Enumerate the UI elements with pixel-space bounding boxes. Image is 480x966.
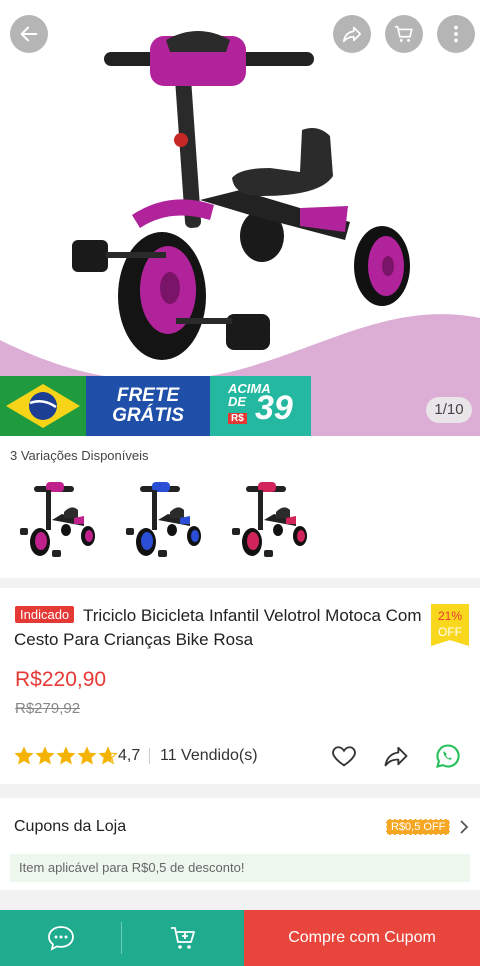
variant-thumbnail[interactable] [118,476,208,566]
cart-icon [394,25,413,42]
back-button[interactable] [10,15,48,53]
more-button[interactable] [437,15,475,53]
product-image [0,31,480,436]
share-button[interactable] [333,15,371,53]
star-icon [98,746,118,765]
frete-text: FRETE [116,385,180,406]
brazil-flag-icon [0,376,86,436]
chevron-right-icon[interactable] [457,818,471,836]
variants-title: 3 Variações Disponíveis [10,448,149,463]
divider [149,748,150,764]
discount-label: OFF [438,625,462,639]
star-icon [14,746,34,765]
recommended-tag: Indicado [15,606,75,623]
discount-badge: 21% OFF [431,604,469,646]
coupons-title: Cupons da Loja [14,818,127,835]
store-coupons[interactable]: Cupons da Loja R$0,5 OFF Item aplicável … [0,798,480,890]
old-price: R$279,92 [15,700,81,717]
add-cart-icon [171,927,195,949]
min-amount: 39 [255,389,293,427]
price: R$220,90 [15,668,107,691]
free-shipping-banner: FRETE GRÁTIS ACIMA DE R$ 39 [0,376,311,436]
arrow-left-icon [20,26,38,42]
share-icon [342,26,362,43]
bottom-action-bar: Compre com Cupom [0,910,480,966]
rating-value: 4,7 [118,747,141,764]
image-counter: 1/10 [426,397,472,423]
favorite-heart-icon[interactable] [330,742,358,770]
chat-button[interactable] [0,910,122,966]
whatsapp-icon[interactable] [434,742,462,770]
star-icon [35,746,55,765]
gratis-text: GRÁTIS [112,405,184,426]
currency-tag: R$ [228,413,247,424]
chat-icon [48,926,74,951]
more-vertical-icon [454,25,458,43]
variants-section: 3 Variações Disponíveis [0,436,480,578]
cart-button[interactable] [385,15,423,53]
add-to-cart-button[interactable] [122,910,244,966]
variant-thumbnail[interactable] [12,476,102,566]
buy-with-coupon-button[interactable]: Compre com Cupom [244,910,480,966]
product-info: Triciclo Bicicleta Infantil Velotrol Mot… [0,588,480,784]
coupon-badge[interactable]: R$0,5 OFF [386,819,451,835]
rating-stars [14,746,118,766]
discount-value: 21% [437,609,463,623]
variant-thumbnail[interactable] [224,476,314,566]
product-image-carousel[interactable]: FRETE GRÁTIS ACIMA DE R$ 39 1/10 [0,0,480,436]
sold-count: 11 Vendido(s) [160,747,258,764]
star-icon [77,746,97,765]
share-icon[interactable] [382,742,410,770]
star-icon [56,746,76,765]
coupon-note: Item aplicável para R$0,5 de desconto! [10,854,470,882]
product-title: Triciclo Bicicleta Infantil Velotrol Mot… [14,606,422,649]
